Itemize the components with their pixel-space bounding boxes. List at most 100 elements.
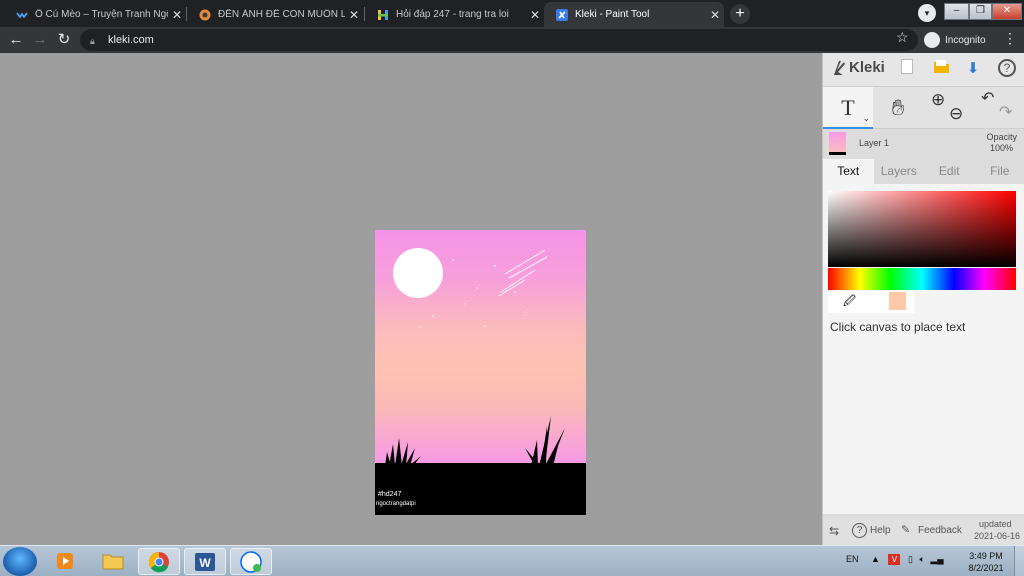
hue-slider[interactable] (828, 268, 1016, 290)
svg-text:W: W (199, 556, 211, 570)
incognito-icon (924, 32, 940, 48)
eyedropper-icon[interactable]: 🖉︎ (828, 292, 871, 313)
maximize-button[interactable]: ❐ (969, 3, 992, 20)
layer-thumbnail (829, 132, 846, 155)
tab-title: Hỏi đáp 247 - trang tra loi (396, 9, 509, 20)
folder-icon (102, 554, 124, 570)
help-icon[interactable]: ? (998, 59, 1016, 77)
kleki-side-panel: Kleki ⬇ ? T ⌄ ✋︎ ⊕ ⊖ ↶ ↷ Layer 1 Opacity … (822, 53, 1024, 545)
bookmark-star-icon[interactable]: ☆ (896, 29, 909, 46)
window-close-button[interactable]: ✕ (992, 3, 1022, 20)
word-icon: W (195, 553, 215, 571)
lock-icon: 🔒︎ (90, 35, 95, 46)
system-tray: EN ▲ V ▯ 🔈︎ ▂▄ (846, 554, 944, 565)
swap-arrows-icon[interactable]: ⇆ (829, 524, 839, 538)
hand-tool-button[interactable]: ✋︎ (873, 87, 923, 129)
close-tab-icon[interactable]: ✕ (345, 8, 363, 22)
panel-tabs: Text Layers Edit File (823, 159, 1024, 184)
menu-dots-icon[interactable]: ⋮ (1003, 30, 1017, 47)
tab-title: Ổ Cú Mèo – Truyện Tranh Ngôn (35, 9, 168, 20)
incognito-indicator[interactable]: Incognito (924, 30, 986, 50)
feedback-icon: ✎ (901, 524, 911, 536)
media-player-icon (57, 553, 73, 569)
new-image-icon[interactable] (897, 59, 917, 79)
help-link[interactable]: Help (870, 525, 891, 536)
signature-line1: #hd247 (378, 491, 402, 498)
text-tool-icon: T (841, 95, 855, 120)
taskbar-zalo[interactable] (230, 548, 272, 575)
chrome-icon (149, 552, 169, 573)
canvas-workspace[interactable]: #hd247 ngoctrangdatpi (0, 53, 822, 545)
tray-expand-icon[interactable]: ▲ (871, 554, 880, 564)
drawing-canvas[interactable]: #hd247 ngoctrangdatpi (375, 230, 586, 515)
oc-meo-favicon-icon (16, 11, 28, 19)
browser-toolbar: ← → ↻ 🔒︎ kleki.com ☆ Incognito ⋮ (0, 27, 1024, 53)
close-tab-icon[interactable]: ✕ (168, 8, 186, 22)
zoom-buttons[interactable]: ⊕ ⊖ (925, 87, 969, 129)
current-layer-row[interactable]: Layer 1 Opacity 100% (823, 129, 1024, 159)
updated-date[interactable]: 2021-06-16 (974, 531, 1020, 541)
open-file-icon[interactable] (931, 59, 951, 79)
current-color-swatch[interactable] (889, 292, 906, 310)
battery-icon[interactable]: ▯ (908, 554, 913, 564)
taskbar-media-player[interactable] (44, 548, 86, 575)
speaker-icon[interactable]: 🔈︎ (919, 554, 924, 564)
close-tab-icon[interactable]: ✕ (526, 8, 544, 22)
forward-arrow-icon[interactable]: → (30, 30, 50, 50)
screen: Ổ Cú Mèo – Truyện Tranh Ngôn ✕ ĐẾN ẢNH Đ… (0, 0, 1024, 576)
undo-redo-buttons[interactable]: ↶ ↷ (975, 87, 1019, 129)
color-saturation-picker[interactable] (828, 191, 1016, 267)
download-icon[interactable]: ⬇ (963, 59, 983, 79)
text-tool-button[interactable]: T ⌄ (823, 87, 873, 129)
updated-label: updated (979, 519, 1012, 529)
chevron-down-icon: ⌄ (862, 113, 870, 123)
clock-time: 3:49 PM (969, 551, 1003, 561)
incognito-label: Incognito (945, 34, 986, 46)
tab-kleki[interactable]: Kleki - Paint Tool ✕ (544, 2, 724, 27)
tab-hoi-dap[interactable]: Hỏi đáp 247 - trang tra loi ✕ (365, 2, 544, 27)
kleki-logo-icon (834, 60, 845, 75)
clock-date: 8/2/2021 (968, 563, 1004, 573)
reload-icon[interactable]: ↻ (54, 30, 74, 50)
tab-den-anh[interactable]: ĐẾN ẢNH ĐỂ CÒN MUỐN LY HÔ ✕ (187, 2, 363, 27)
app-name: Kleki (849, 59, 885, 76)
network-icon[interactable]: ▂▄ (930, 554, 943, 564)
antivirus-icon[interactable]: V (888, 554, 901, 565)
windows-taskbar: W EN ▲ V ▯ 🔈︎ ▂▄ 3:49 PM 8/2/2021 (0, 545, 1024, 576)
profile-menu-icon[interactable]: ▾ (918, 4, 936, 22)
kleki-favicon-icon (556, 8, 568, 21)
back-arrow-icon[interactable]: ← (6, 30, 26, 50)
hand-icon: ✋︎ (891, 95, 905, 120)
tab-title: ĐẾN ẢNH ĐỂ CÒN MUỐN LY HÔ (218, 9, 345, 20)
grass-right-silhouette (525, 416, 565, 466)
language-indicator[interactable]: EN (846, 554, 859, 564)
feedback-link[interactable]: Feedback (918, 525, 962, 536)
signature-line2: ngoctrangdatpi (376, 501, 416, 507)
place-text-hint: Click canvas to place text (830, 320, 966, 334)
start-button[interactable] (3, 547, 37, 576)
tab-layers[interactable]: Layers (874, 159, 925, 184)
tab-oc-meo[interactable]: Ổ Cú Mèo – Truyện Tranh Ngôn ✕ (4, 2, 186, 27)
tab-strip: Ổ Cú Mèo – Truyện Tranh Ngôn ✕ ĐẾN ẢNH Đ… (0, 0, 1024, 27)
tab-text[interactable]: Text (823, 159, 874, 184)
tool-bar: T ⌄ ✋︎ ⊕ ⊖ ↶ ↷ (823, 87, 1024, 129)
zoom-in-icon[interactable]: ⊕ (931, 79, 945, 121)
layer-opacity-value: 100% (989, 143, 1013, 153)
tab-title: Kleki - Paint Tool (575, 9, 650, 20)
taskbar-file-explorer[interactable] (92, 548, 134, 575)
minimize-button[interactable]: – (944, 3, 969, 20)
close-tab-icon[interactable]: ✕ (706, 8, 724, 22)
new-tab-button[interactable]: + (730, 4, 750, 24)
address-bar[interactable]: 🔒︎ kleki.com (80, 29, 918, 51)
hoidap-favicon-icon (378, 9, 388, 20)
redo-icon[interactable]: ↷ (999, 92, 1012, 134)
taskbar-chrome[interactable] (138, 548, 180, 575)
clock[interactable]: 3:49 PM 8/2/2021 (964, 550, 1008, 574)
undo-icon[interactable]: ↶ (981, 78, 994, 120)
tab-file[interactable]: File (975, 159, 1024, 184)
show-desktop-button[interactable] (1014, 546, 1024, 576)
tab-edit[interactable]: Edit (924, 159, 975, 184)
layer-name: Layer 1 (859, 138, 890, 148)
taskbar-word[interactable]: W (184, 548, 226, 575)
layer-opacity-label: Opacity (986, 132, 1017, 142)
